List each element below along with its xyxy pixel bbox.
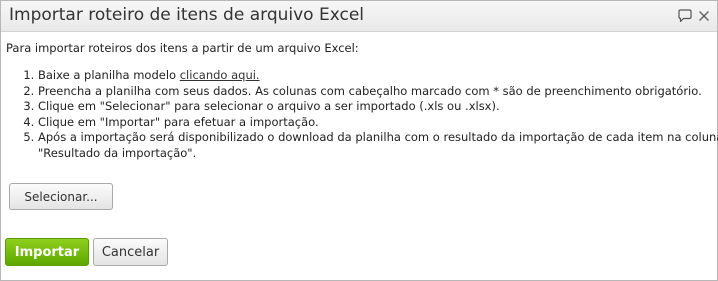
step-4: Clique em "Importar" para efetuar a impo… [38,115,711,131]
step-5-line-1: Após a importação será disponibilizado o… [38,130,718,144]
import-dialog: Importar roteiro de itens de arquivo Exc… [0,0,718,281]
dialog-title: Importar roteiro de itens de arquivo Exc… [9,5,364,25]
step-2: Preencha a planilha com seus dados. As c… [38,84,711,100]
intro-text: Para importar roteiros dos itens a parti… [6,41,359,55]
dialog-title-bar[interactable]: Importar roteiro de itens de arquivo Exc… [1,1,717,32]
select-file-button[interactable]: Selecionar... [9,183,113,210]
step-1-text: Baixe a planilha modelo [38,68,180,82]
close-icon[interactable] [696,8,712,24]
step-3: Clique em "Selecionar" para selecionar o… [38,99,711,115]
instructions-panel: Para importar roteiros dos itens a parti… [6,41,718,161]
steps-list: Baixe a planilha modelo clicando aqui. P… [6,68,718,161]
import-button[interactable]: Importar [5,238,89,266]
cancel-button[interactable]: Cancelar [93,238,168,266]
step-5: Após a importação será disponibilizado o… [38,130,718,161]
step-5-line-2: "Resultado da importação". [38,145,197,160]
download-template-link[interactable]: clicando aqui. [180,68,260,82]
step-1: Baixe a planilha modelo clicando aqui. [38,68,711,84]
chat-bubble-icon[interactable] [677,8,693,24]
